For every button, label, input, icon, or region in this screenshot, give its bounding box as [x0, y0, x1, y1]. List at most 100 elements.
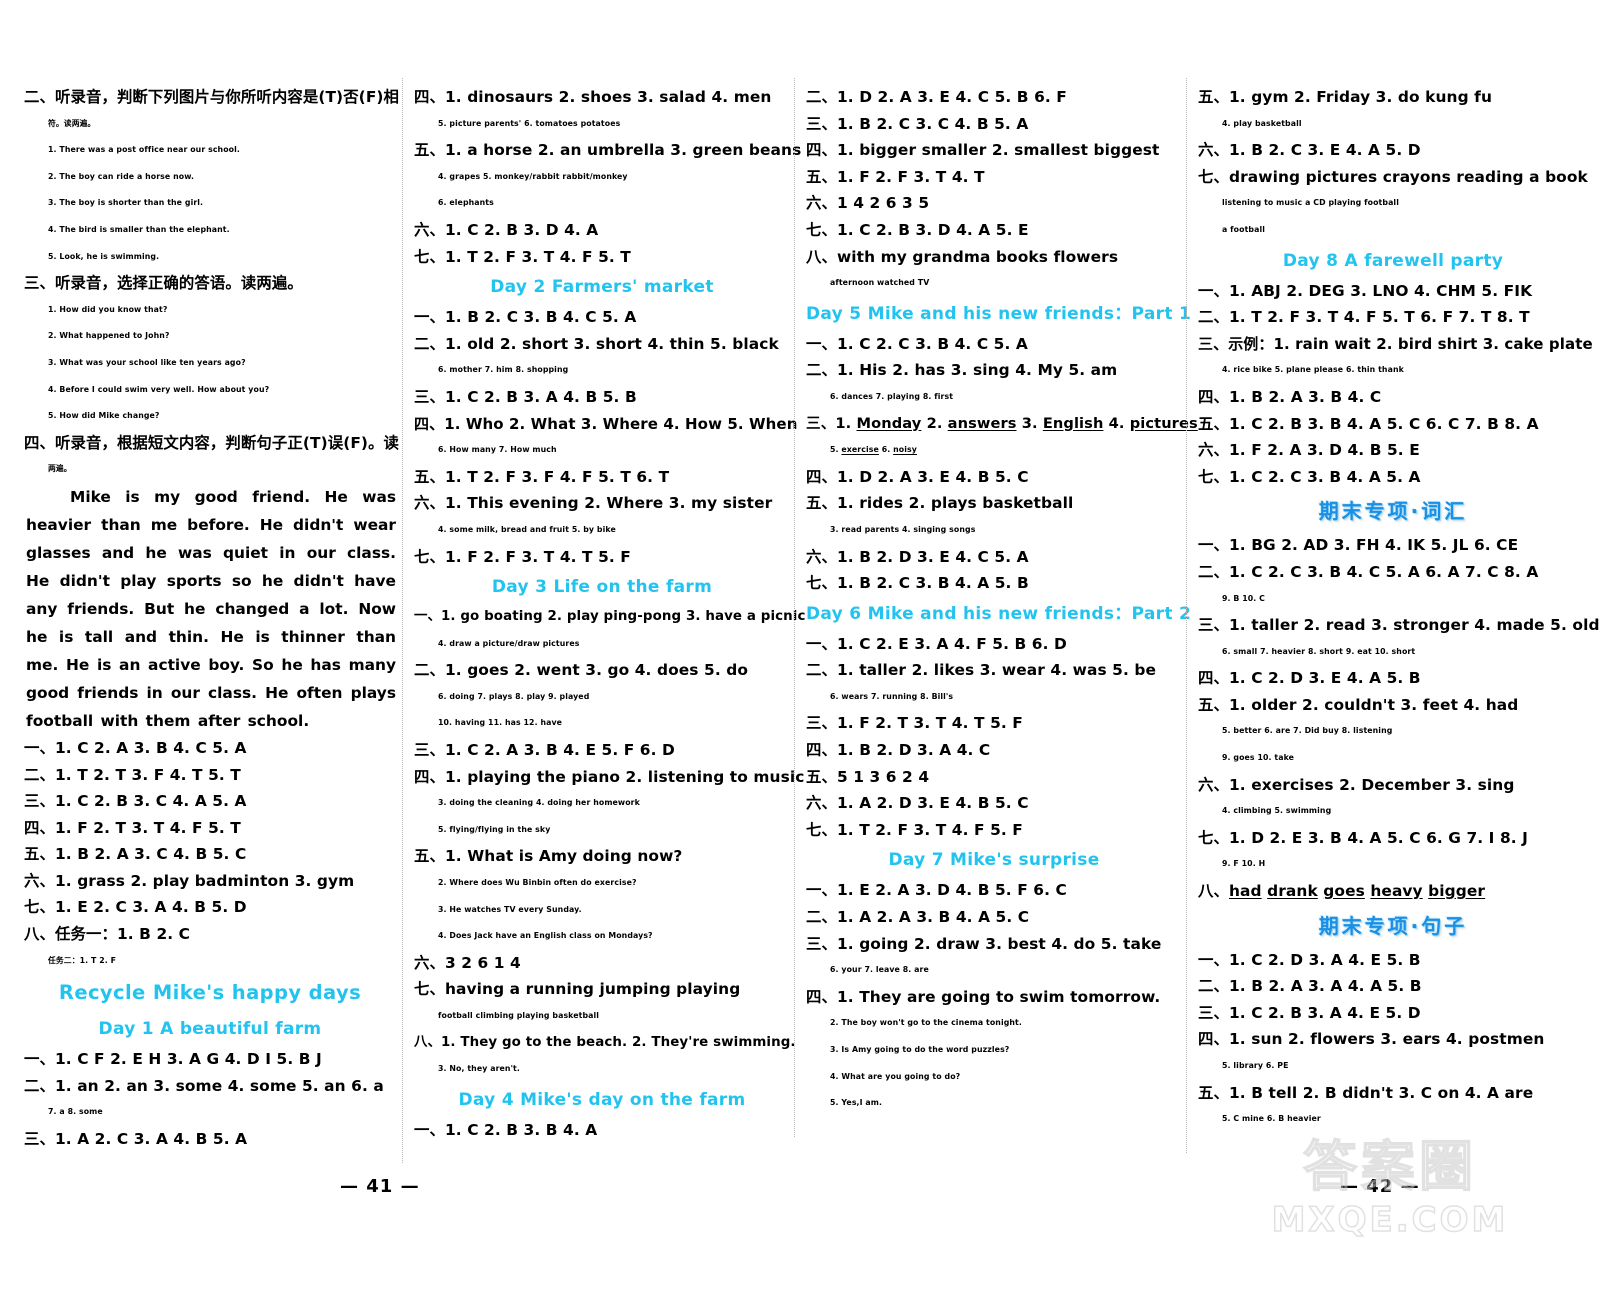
answer-line: 一、1. B 2. C 3. B 4. C 5. A	[414, 308, 637, 327]
page-number-left: — 41 —	[340, 1176, 420, 1197]
answer-line: 一、1. C 2. D 3. A 4. E 5. B	[1198, 950, 1421, 969]
answer-line: 3. read parents 4. singing songs	[830, 524, 976, 534]
answer-line: 一、1. E 2. A 3. D 4. B 5. F 6. C	[806, 881, 1067, 900]
answer-line: football climbing playing basketball	[438, 1011, 600, 1020]
answer-line: 4. climbing 5. swimming	[1222, 806, 1332, 816]
answer-line: 4. What are you going to do?	[830, 1071, 961, 1081]
day-heading: Day 7 Mike's surprise	[888, 850, 1100, 871]
answer-line: 6. wears 7. running 8. Bill's	[830, 691, 954, 701]
answer-line: 四、1. dinosaurs 2. shoes 3. salad 4. men	[414, 88, 772, 106]
answer-line: 9. B 10. C	[1222, 593, 1266, 603]
answer-line: 二、1. taller 2. likes 3. wear 4. was 5. b…	[806, 661, 1157, 680]
answer-line: 二、1. old 2. short 3. short 4. thin 5. bl…	[414, 334, 779, 353]
answer-line: 二、1. B 2. A 3. A 4. A 5. B	[1198, 977, 1422, 996]
answer-line: 七、1. T 2. F 3. T 4. F 5. F	[806, 820, 1023, 839]
answer-line: 七、having a running jumping playing	[414, 980, 741, 999]
unit-heading: Recycle Mike's happy days	[58, 981, 362, 1005]
answer-line: 任务二：1. T 2. F	[48, 955, 117, 965]
answer-line: 四、1. playing the piano 2. listening to m…	[414, 767, 805, 786]
answer-line: 四、1. F 2. T 3. T 4. F 5. T	[24, 818, 241, 837]
answer-line: 3. No, they aren't.	[438, 1064, 520, 1074]
answer-line: 三、1. C 2. B 3. A 4. B 5. B	[414, 387, 637, 406]
answer-line: 七、1. E 2. C 3. A 4. B 5. D	[24, 898, 247, 917]
listening-script-paragraph: Mike is my good friend. He was heavier t…	[26, 487, 396, 730]
answer-line: 六、1. grass 2. play badminton 3. gym	[24, 871, 355, 890]
answer-line: 2. The boy can ride a horse now.	[48, 171, 195, 181]
answer-line: 4. grapes 5. monkey/rabbit rabbit/monkey	[438, 171, 628, 181]
answer-line: 1. How did you know that?	[48, 304, 168, 314]
answer-line: 3. What was your school like ten years a…	[48, 357, 246, 367]
answer-line: 四、1. Who 2. What 3. Where 4. How 5. When	[414, 414, 798, 433]
answer-line: 六、1. F 2. A 3. D 4. B 5. E	[1198, 441, 1420, 460]
answer-line: 三、1. A 2. C 3. A 4. B 5. A	[24, 1130, 248, 1149]
answer-line: 七、1. D 2. E 3. B 4. A 5. C 6. G 7. I 8. …	[1198, 828, 1529, 847]
answer-line: 六、1. B 2. C 3. E 4. A 5. D	[1198, 141, 1421, 160]
answer-line: 二、听录音，判断下列图片与你所听内容是(T)否(F)相	[24, 88, 400, 106]
answer-line-underlined: 八、had drank goes heavy bigger	[1198, 882, 1486, 901]
answer-line: 2. Where does Wu Binbin often do exercis…	[438, 878, 637, 888]
answer-line: 五、1. rides 2. plays basketball	[806, 494, 1074, 513]
answer-line: 五、1. B tell 2. B didn't 3. C on 4. A are	[1198, 1083, 1534, 1102]
answer-line: 4. play basketball	[1222, 118, 1302, 128]
answer-line: 一、1. BG 2. AD 3. FH 4. IK 5. JL 6. CE	[1198, 536, 1519, 555]
answer-line: 二、1. T 2. T 3. F 4. T 5. T	[24, 765, 241, 784]
answer-line: 5. Yes,I am.	[830, 1098, 883, 1108]
answer-line: 5. better 6. are 7. Did buy 8. listening	[1222, 726, 1393, 736]
answer-line: 七、1. C 2. B 3. D 4. A 5. E	[806, 220, 1029, 239]
answer-line-underlined: 三、1. Monday 2. answers 3. English 4. pic…	[806, 414, 1198, 432]
day-heading: Day 4 Mike's day on the farm	[458, 1089, 746, 1110]
answer-line: 6. small 7. heavier 8. short 9. eat 10. …	[1222, 646, 1416, 656]
answer-line: 七、1. F 2. F 3. T 4. T 5. F	[414, 547, 631, 566]
answer-line: 5. Look, he is swimming.	[48, 251, 160, 261]
day-heading: Day 1 A beautiful farm	[98, 1019, 322, 1040]
answer-line: 二、1. C 2. C 3. B 4. C 5. A 6. A 7. C 8. …	[1198, 562, 1539, 581]
answer-line: 6. doing 7. plays 8. play 9. played	[438, 691, 590, 701]
answer-line: 7. a 8. some	[48, 1107, 103, 1117]
answer-line: 二、1. goes 2. went 3. go 4. does 5. do	[414, 661, 749, 680]
answer-line: 二、1. D 2. A 3. E 4. C 5. B 6. F	[806, 88, 1067, 106]
answer-line: 五、1. T 2. F 3. F 4. F 5. T 6. T	[414, 467, 670, 486]
answer-line: 四、1. C 2. D 3. E 4. A 5. B	[1198, 669, 1421, 688]
answer-line: 1. There was a post office near our scho…	[48, 145, 240, 155]
answer-line-underlined: 5. exercise 6. noisy	[830, 445, 917, 455]
answer-line: 七、1. T 2. F 3. T 4. F 5. T	[414, 247, 631, 266]
day-heading: Day 8 A farewell party	[1282, 250, 1504, 271]
answer-line: 三、1. going 2. draw 3. best 4. do 5. take	[806, 934, 1162, 953]
answer-line: 5. flying/flying in the sky	[438, 824, 551, 834]
answer-column-3: 二、1. D 2. A 3. E 4. C 5. B 6. F 三、1. B 2.…	[794, 78, 1198, 1137]
day-heading: Day 6 Mike and his new friends：Part 2	[806, 603, 1192, 624]
answer-line: 3. doing the cleaning 4. doing her homew…	[438, 798, 640, 808]
answer-line: 9. goes 10. take	[1222, 753, 1295, 763]
answer-line: 二、1. His 2. has 3. sing 4. My 5. am	[806, 361, 1118, 380]
answer-line: 5. library 6. PE	[1222, 1061, 1289, 1070]
answer-line: a football	[1222, 224, 1265, 234]
answer-line: 七、1. C 2. C 3. B 4. A 5. A	[1198, 467, 1421, 486]
answer-line: 五、1. older 2. couldn't 3. feet 4. had	[1198, 695, 1519, 714]
answer-line: 符。读两遍。	[48, 118, 96, 128]
watermark: 答案圈 MXQE.COM	[1240, 1134, 1540, 1264]
answer-line: 一、1. C F 2. E H 3. A G 4. D I 5. B J	[24, 1050, 322, 1069]
answer-line: 四、1. They are going to swim tomorrow.	[806, 987, 1161, 1006]
answer-line: 六、1. B 2. D 3. E 4. C 5. A	[806, 547, 1029, 566]
answer-line: 五、1. B 2. A 3. C 4. B 5. C	[24, 845, 247, 864]
answer-line: 五、5 1 3 6 2 4	[806, 767, 930, 786]
answer-line: 一、1. C 2. A 3. B 4. C 5. A	[24, 738, 247, 757]
answer-line: 6. dances 7. playing 8. first	[830, 391, 954, 401]
answer-line: 六、1. This evening 2. Where 3. my sister	[414, 494, 773, 513]
answer-line: 三、1. C 2. B 3. A 4. E 5. D	[1198, 1003, 1421, 1022]
answer-line: 三、1. C 2. A 3. B 4. E 5. F 6. D	[414, 741, 675, 760]
answer-line: 6. How many 7. How much	[438, 445, 557, 455]
answer-line: 两遍。	[48, 464, 72, 474]
section-heading: 期末专项·句子	[1318, 913, 1468, 938]
answer-line: 三、示例：1. rain wait 2. bird shirt 3. cake …	[1198, 334, 1593, 353]
answer-line: 5. picture parents' 6. tomatoes potatoes	[438, 118, 621, 128]
day-heading: Day 2 Farmers' market	[490, 277, 714, 298]
answer-line: 六、1. C 2. B 3. D 4. A	[414, 220, 599, 239]
answer-line: 4. The bird is smaller than the elephant…	[48, 224, 230, 234]
answer-line: 10. having 11. has 12. have	[438, 718, 563, 728]
answer-line: 3. Is Amy going to do the word puzzles?	[830, 1045, 1010, 1054]
answer-line: 二、1. A 2. A 3. B 4. A 5. C	[806, 908, 1030, 927]
answer-line: 六、1 4 2 6 3 5	[806, 194, 930, 213]
answer-line: 四、1. B 2. A 3. B 4. C	[1198, 387, 1382, 406]
answer-line: 一、1. C 2. B 3. B 4. A	[414, 1120, 598, 1139]
